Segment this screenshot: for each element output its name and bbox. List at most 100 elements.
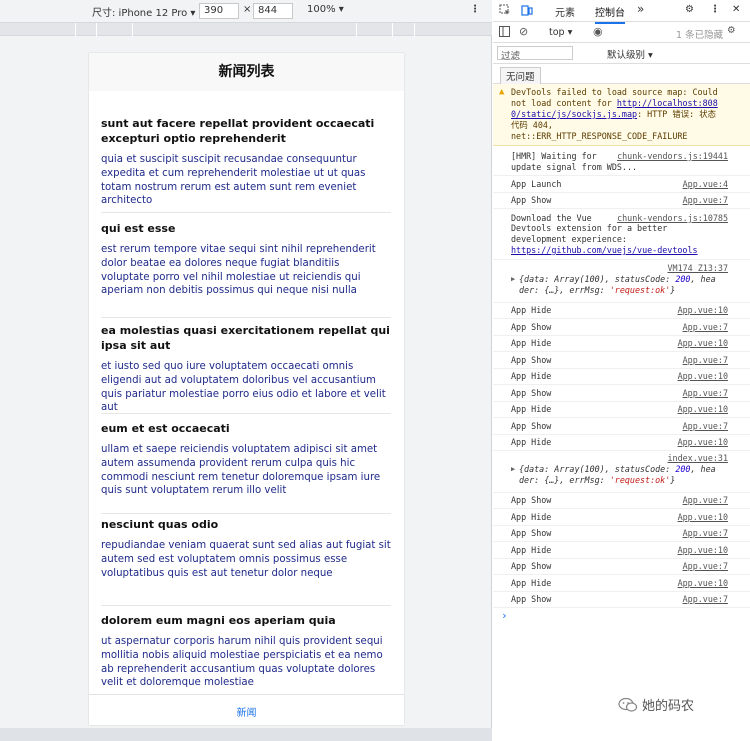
list-item[interactable]: dolorem eum magni eos aperiam quia ut as… xyxy=(101,613,391,694)
source-link[interactable]: VM174 Z13:37 xyxy=(667,263,728,275)
list-item[interactable]: eum et est occaecati ullam et saepe reic… xyxy=(101,421,391,514)
source-link[interactable]: App.vue:7 xyxy=(683,355,728,367)
list-item[interactable]: ea molestias quasi exercitationem repell… xyxy=(101,318,391,414)
clear-console-icon[interactable]: ⊘ xyxy=(519,25,528,38)
vue-devtools-link[interactable]: https://github.com/vuejs/vue-devtools xyxy=(511,245,698,257)
issues-bar: 无问题 xyxy=(493,64,750,85)
screen: 尺寸: iPhone 12 Pro ▾ 390 × 844 100% ▾ ⋮ 新… xyxy=(0,0,750,741)
list-item[interactable]: sunt aut facere repellat provident occae… xyxy=(101,116,391,213)
sourcemap-link-cont[interactable]: 0/static/js/sockjs.js.map xyxy=(511,109,637,119)
warning-line: net::ERR_HTTP_RESPONSE_CODE_FAILURE xyxy=(511,131,688,141)
log-row: App Hide App.vue:10 xyxy=(493,435,750,451)
height-input[interactable]: 844 xyxy=(253,3,293,19)
wechat-icon xyxy=(618,697,638,717)
download-line: development experience: xyxy=(511,234,627,244)
eye-icon[interactable]: ◉ xyxy=(593,25,603,38)
warning-line: not load content for http://localhost:80… xyxy=(511,98,718,108)
expand-arrow-icon[interactable]: ▶ xyxy=(511,465,515,473)
device-selector[interactable]: 尺寸: iPhone 12 Pro ▾ xyxy=(92,4,195,19)
source-link[interactable]: App.vue:7 xyxy=(683,421,728,433)
log-message: App Show xyxy=(511,421,552,431)
tab-elements[interactable]: 元素 xyxy=(555,4,575,19)
log-row: App Hide App.vue:10 xyxy=(493,575,750,592)
log-message: App Hide xyxy=(511,404,552,414)
tab-news[interactable]: 新闻 xyxy=(237,708,257,719)
news-title: sunt aut facere repellat provident occae… xyxy=(101,117,375,145)
list-item[interactable]: nesciunt quas odio repudiandae veniam qu… xyxy=(101,517,391,606)
log-level-selector[interactable]: 默认级别 ▾ xyxy=(607,47,653,61)
watermark-text: 她的码农 xyxy=(642,699,695,714)
log-message: App Hide xyxy=(511,305,552,315)
more-icon[interactable]: ⋮ xyxy=(710,4,720,15)
news-body: ut aspernatur corporis harum nihil quis … xyxy=(101,636,383,689)
no-issues-button[interactable]: 无问题 xyxy=(500,67,541,85)
log-row: App Show App.vue:7 xyxy=(493,193,750,209)
page-title: 新闻列表 xyxy=(89,53,404,91)
more-options-icon[interactable]: ⋮ xyxy=(470,4,480,15)
warning-line: 代码 404, xyxy=(511,120,553,130)
news-title: dolorem eum magni eos aperiam quia xyxy=(101,614,336,627)
source-link[interactable]: App.vue:7 xyxy=(683,388,728,400)
log-row: App Show App.vue:7 xyxy=(493,559,750,575)
hmr-line: update signal from WDS... xyxy=(511,162,638,172)
log-row: App Show App.vue:7 xyxy=(493,319,750,336)
source-link[interactable]: App.vue:10 xyxy=(678,371,728,383)
log-row: App Hide App.vue:10 xyxy=(493,509,750,526)
console-prompt[interactable]: › xyxy=(493,608,750,624)
object-log-row[interactable]: VM174 Z13:37 ▶ {data: Array(100), status… xyxy=(493,261,750,303)
log-row: App Show App.vue:7 xyxy=(493,385,750,402)
sourcemap-link[interactable]: http://localhost:808 xyxy=(617,98,718,108)
device-toggle-icon[interactable] xyxy=(521,4,533,19)
warning-message: ▲ DevTools failed to load source map: Co… xyxy=(493,84,750,146)
news-title: nesciunt quas odio xyxy=(101,518,219,531)
hmr-message: [HMR] Waiting for chunk-vendors.js:19441… xyxy=(493,148,750,176)
device-viewport: 尺寸: iPhone 12 Pro ▾ 390 × 844 100% ▾ ⋮ 新… xyxy=(0,0,492,741)
download-line: Devtools extension for a better xyxy=(511,223,668,233)
log-row: App Show App.vue:7 xyxy=(493,418,750,435)
source-link[interactable]: App.vue:10 xyxy=(678,404,728,416)
log-row: App Show App.vue:7 xyxy=(493,352,750,369)
source-link[interactable]: App.vue:7 xyxy=(683,594,728,606)
context-selector[interactable]: top ▾ xyxy=(549,27,572,38)
list-item[interactable]: qui est esse est rerum tempore vitae seq… xyxy=(101,221,391,318)
settings-gear-icon[interactable]: ⚙ xyxy=(685,4,694,15)
filter-input[interactable]: 过滤 xyxy=(497,46,573,62)
width-input[interactable]: 390 xyxy=(199,3,239,19)
tab-console[interactable]: 控制台 xyxy=(595,4,625,24)
prompt-caret-icon: › xyxy=(501,609,508,622)
source-link[interactable]: App.vue:4 xyxy=(683,179,728,191)
source-link[interactable]: App.vue:7 xyxy=(683,322,728,334)
log-message: App Show xyxy=(511,388,552,398)
source-link[interactable]: App.vue:10 xyxy=(678,578,728,590)
source-link[interactable]: App.vue:7 xyxy=(683,561,728,573)
more-tabs-icon[interactable]: » xyxy=(637,2,644,16)
source-link[interactable]: App.vue:10 xyxy=(678,338,728,350)
news-list[interactable]: sunt aut facere repellat provident occae… xyxy=(89,91,404,694)
source-link[interactable]: App.vue:7 xyxy=(683,195,728,207)
hidden-issues-count: 1 条已隐藏 xyxy=(676,30,724,41)
log-message: App Hide xyxy=(511,371,552,381)
source-link[interactable]: App.vue:7 xyxy=(683,495,728,507)
source-link[interactable]: App.vue:10 xyxy=(678,545,728,557)
filter-bar: 过滤 默认级别 ▾ xyxy=(493,43,750,64)
close-icon[interactable]: ✕ xyxy=(732,4,740,15)
sidebar-toggle-icon[interactable] xyxy=(499,26,510,40)
source-link[interactable]: index.vue:31 xyxy=(667,453,728,465)
inspect-icon[interactable] xyxy=(499,4,511,19)
times-sign: × xyxy=(243,4,252,15)
log-message: App Hide xyxy=(511,512,552,522)
expand-arrow-icon[interactable]: ▶ xyxy=(511,275,515,283)
media-query-ruler[interactable] xyxy=(0,22,492,37)
devtools-tabs: 元素 控制台 » ⚙ ⋮ ✕ xyxy=(493,0,750,24)
source-link[interactable]: App.vue:7 xyxy=(683,528,728,540)
console-settings-icon[interactable]: ⚙ xyxy=(727,25,736,36)
source-link[interactable]: App.vue:10 xyxy=(678,512,728,524)
source-link[interactable]: App.vue:10 xyxy=(678,305,728,317)
log-row: App Show App.vue:7 xyxy=(493,493,750,509)
zoom-selector[interactable]: 100% ▾ xyxy=(307,4,344,15)
object-log-row[interactable]: index.vue:31 ▶ {data: Array(100), status… xyxy=(493,451,750,493)
news-title: ea molestias quasi exercitationem repell… xyxy=(101,324,390,352)
source-link[interactable]: App.vue:10 xyxy=(678,437,728,449)
source-link[interactable]: chunk-vendors.js:19441 xyxy=(617,151,728,163)
log-row: App Hide App.vue:10 xyxy=(493,542,750,559)
